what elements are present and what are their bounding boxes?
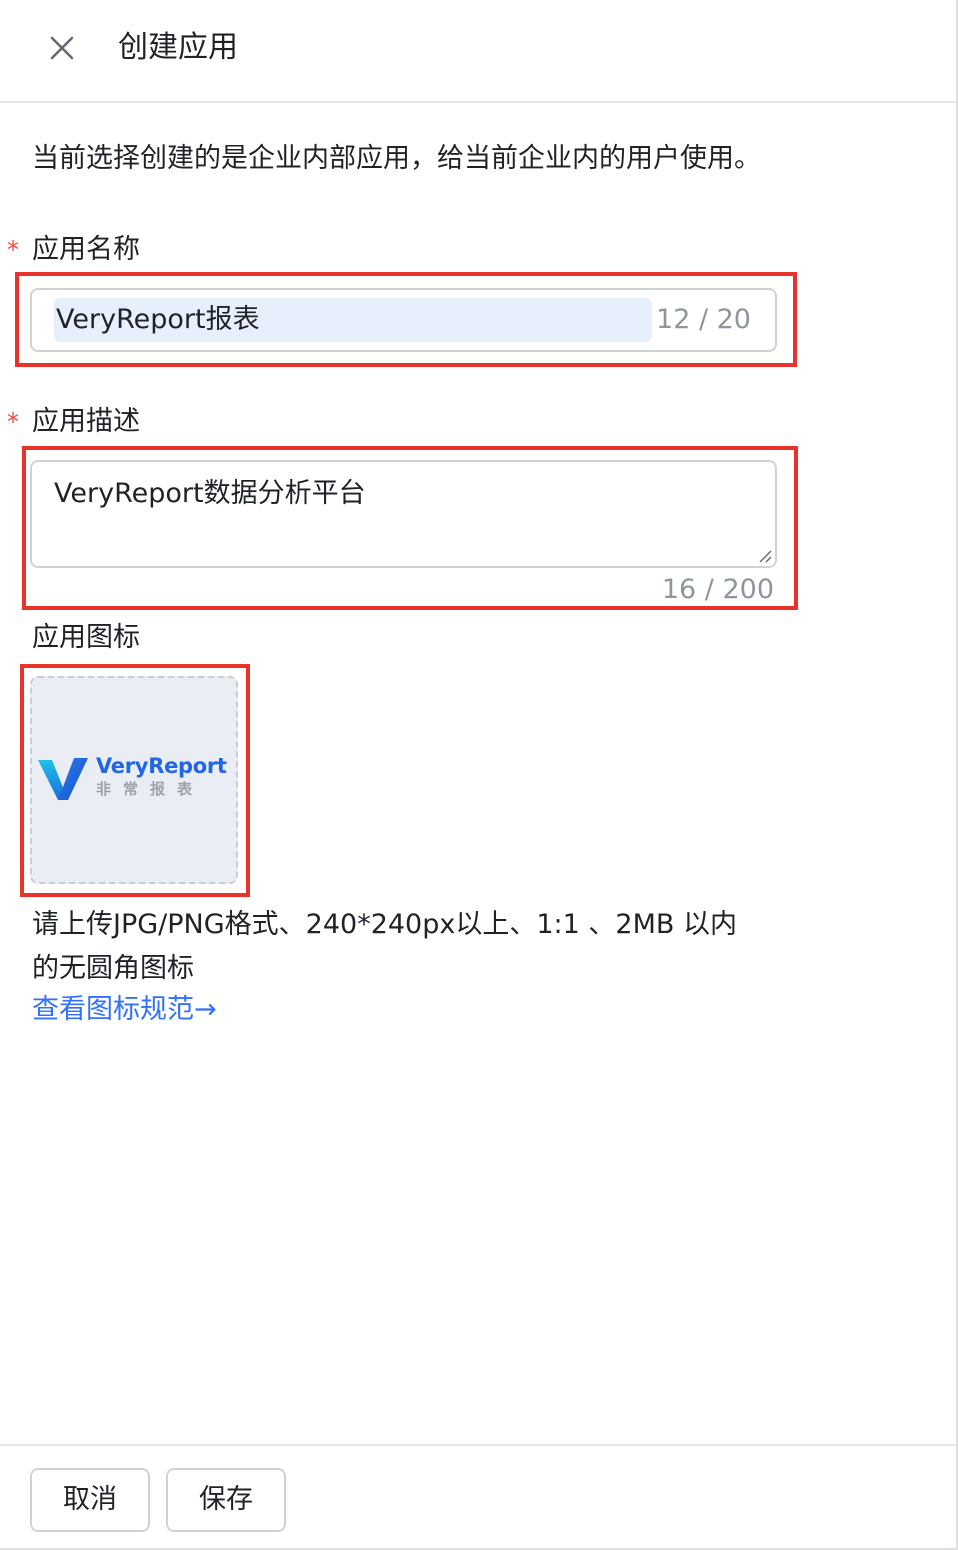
- save-button[interactable]: 保存: [166, 1468, 286, 1532]
- app-name-value[interactable]: VeryReport报表: [54, 298, 652, 342]
- resize-handle-icon[interactable]: [757, 548, 773, 564]
- page-title: 创建应用: [118, 30, 238, 65]
- app-icon-label: 应用图标: [32, 622, 140, 653]
- close-button[interactable]: [44, 30, 80, 66]
- panel-header: 创建应用: [0, 0, 956, 103]
- view-icon-spec-link[interactable]: 查看图标规范→: [32, 990, 217, 1030]
- create-app-panel: 创建应用 当前选择创建的是企业内部应用，给当前企业内的用户使用。 * 应用名称 …: [0, 0, 958, 1550]
- icon-upload-area[interactable]: VeryReport 非常报表: [30, 676, 238, 884]
- icon-upload-hint: 请上传JPG/PNG格式、240*240px以上、1:1 、2MB 以内 的无圆…: [32, 903, 772, 991]
- logo-text: VeryReport: [96, 754, 227, 778]
- app-name-input[interactable]: VeryReport报表 12 / 20: [30, 288, 777, 352]
- app-name-label: 应用名称: [32, 234, 140, 265]
- close-icon: [50, 36, 74, 60]
- app-description-value[interactable]: VeryReport数据分析平台: [54, 474, 366, 514]
- panel-footer: 取消 保存: [0, 1444, 956, 1548]
- app-description-textarea[interactable]: VeryReport数据分析平台: [30, 460, 777, 568]
- veryreport-logo-icon: [38, 758, 88, 800]
- icon-hint-line1: 请上传JPG/PNG格式、240*240px以上、1:1 、2MB 以内: [32, 909, 737, 940]
- icon-hint-line2: 的无圆角图标: [32, 953, 194, 984]
- app-description-char-count: 16 / 200: [661, 574, 774, 605]
- required-mark: *: [7, 236, 19, 264]
- app-description-label: 应用描述: [32, 406, 140, 437]
- required-mark: *: [7, 408, 19, 436]
- cancel-button[interactable]: 取消: [30, 1468, 150, 1532]
- logo-subtext: 非常报表: [96, 780, 205, 798]
- app-name-char-count: 12 / 20: [656, 304, 751, 335]
- intro-text: 当前选择创建的是企业内部应用，给当前企业内的用户使用。: [32, 143, 761, 174]
